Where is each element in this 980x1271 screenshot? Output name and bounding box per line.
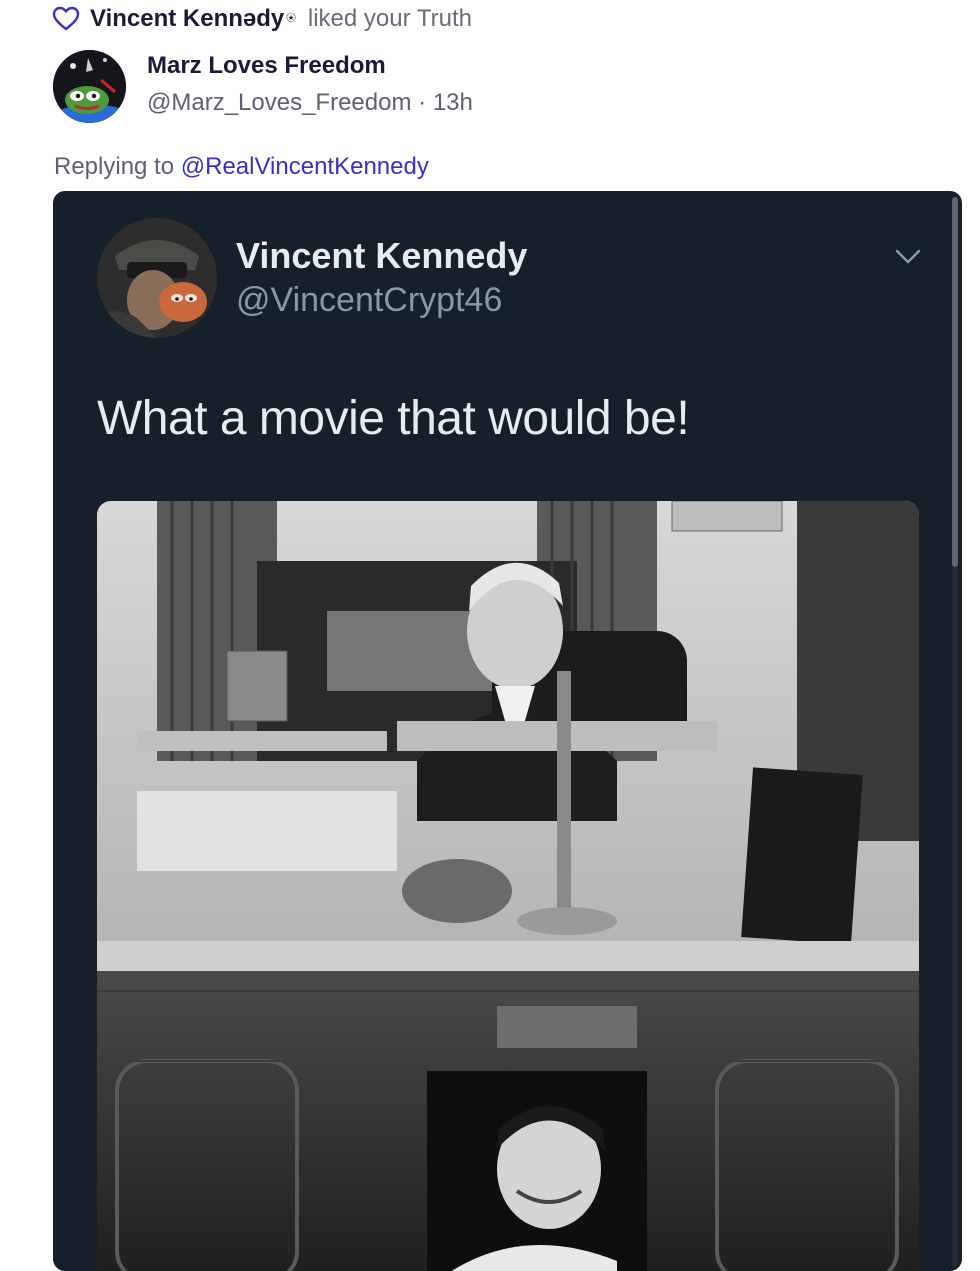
heart-outline-icon xyxy=(52,6,80,32)
embedded-tweet-image[interactable]: Vincent Kennedy @VincentCrypt46 What a m… xyxy=(53,191,962,1271)
notification-row[interactable]: Vincent Kennədy ⍟ liked your Truth xyxy=(52,4,472,34)
avatar[interactable] xyxy=(53,50,126,123)
scrollbar-thumb[interactable] xyxy=(952,197,958,567)
embedded-tweet-text: What a movie that would be! xyxy=(97,392,690,445)
verified-badge-icon: ⍟ xyxy=(286,10,296,27)
post-timestamp[interactable]: 13h xyxy=(433,89,473,116)
embedded-avatar xyxy=(97,218,217,338)
replying-to: Replying to @RealVincentKennedy xyxy=(54,153,429,181)
author-handle[interactable]: @Marz_Loves_Freedom xyxy=(147,89,411,116)
author-name[interactable]: Marz Loves Freedom xyxy=(147,52,386,80)
notification-action-text: liked your Truth xyxy=(307,5,472,32)
replying-prefix: Replying to xyxy=(54,153,175,180)
replying-mention-link[interactable]: @RealVincentKennedy xyxy=(181,153,429,180)
author-meta: @Marz_Loves_Freedom · 13h xyxy=(147,89,473,117)
liker-name[interactable]: Vincent Kennədy xyxy=(90,5,284,33)
meta-separator: · xyxy=(418,89,427,116)
embedded-author-handle: @VincentCrypt46 xyxy=(236,281,503,319)
embedded-photo xyxy=(97,501,919,1271)
embedded-author-name: Vincent Kennedy xyxy=(236,235,528,276)
chevron-down-icon xyxy=(893,245,923,269)
